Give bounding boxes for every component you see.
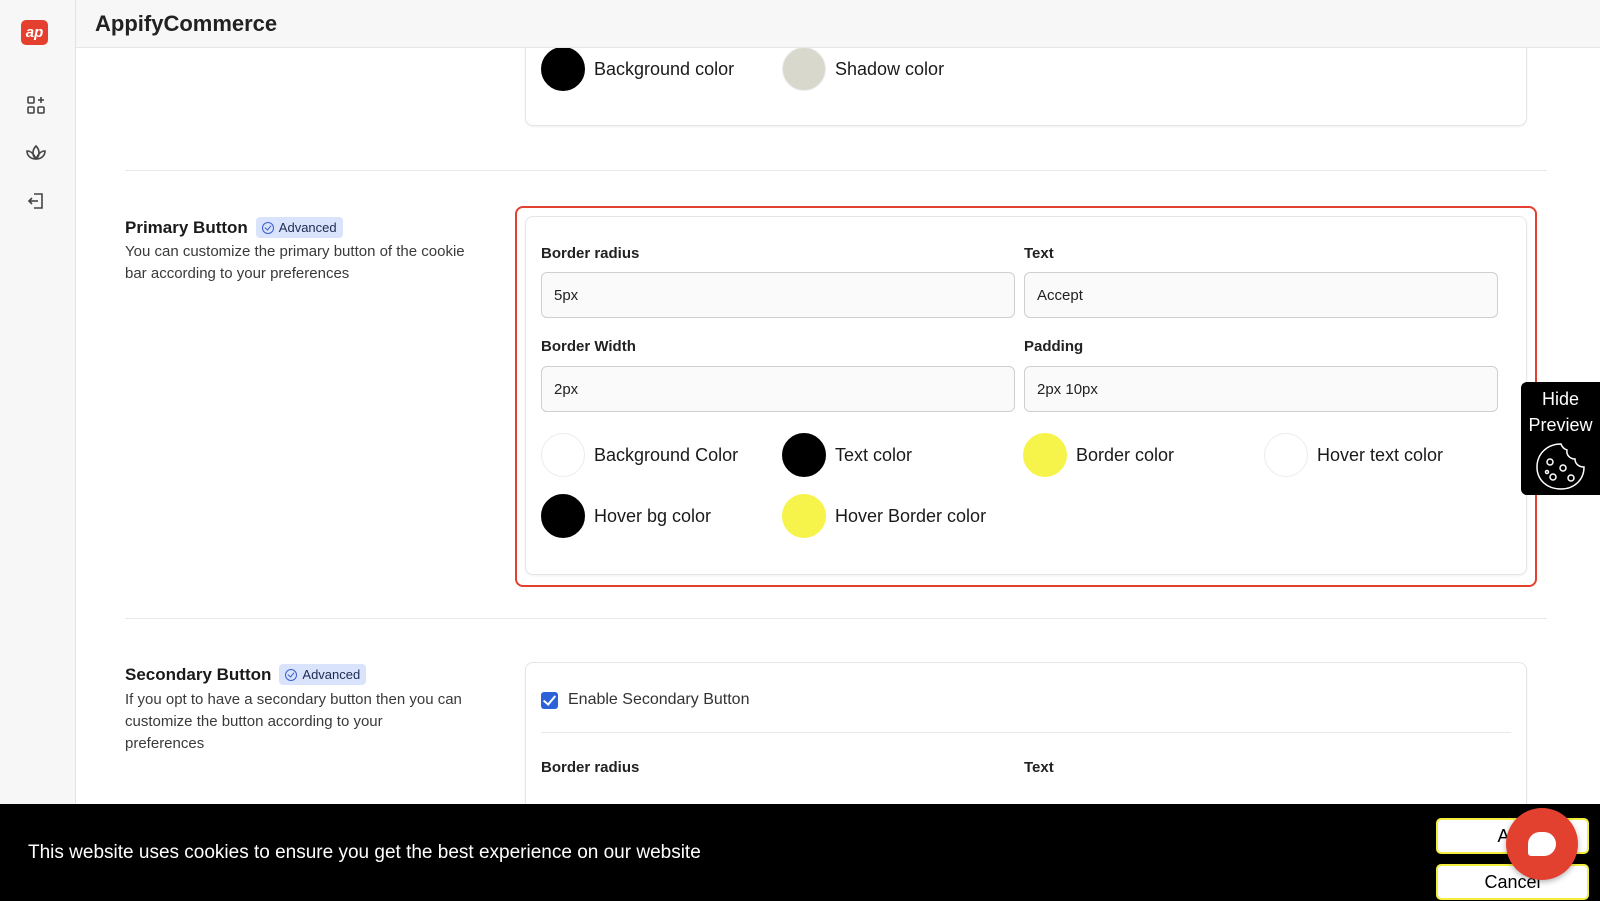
hide-preview-button[interactable]: Hide Preview (1521, 382, 1600, 495)
hover-border-color-picker[interactable]: Hover Border color (782, 494, 986, 538)
enable-secondary-label[interactable]: Enable Secondary Button (568, 691, 749, 709)
text-label: Text (1024, 759, 1054, 776)
top-header: AppifyCommerce (76, 0, 1600, 48)
section-divider (125, 618, 1547, 619)
hover-border-color-swatch[interactable] (782, 494, 826, 538)
color-label: Background Color (594, 444, 739, 465)
hover-text-color-swatch[interactable] (1264, 433, 1308, 477)
border-width-input[interactable] (541, 366, 1015, 412)
background-color-swatch[interactable] (541, 433, 585, 477)
border-radius-input[interactable] (541, 272, 1015, 318)
text-input[interactable] (1024, 272, 1498, 318)
border-radius-label: Border radius (541, 245, 640, 262)
sidebar: ap (0, 0, 76, 901)
hover-text-color-picker[interactable]: Hover text color (1264, 433, 1443, 477)
app-logo[interactable]: ap (21, 20, 48, 45)
background-color-picker[interactable]: Background color (541, 48, 734, 91)
text-color-swatch[interactable] (782, 433, 826, 477)
text-label: Text (1024, 245, 1054, 262)
advanced-badge: Advanced (255, 217, 343, 238)
hide-preview-label: Preview (1528, 415, 1593, 435)
chat-widget-button[interactable] (1506, 808, 1578, 880)
section-description: You can customize the primary button of … (125, 243, 465, 282)
badge-label: Advanced (278, 220, 337, 235)
color-label: Hover Border color (835, 505, 987, 526)
cookie-consent-bar: This website uses cookies to ensure you … (0, 804, 1600, 901)
hover-bg-color-swatch[interactable] (541, 494, 585, 538)
color-label: Text color (835, 444, 913, 465)
apps-add-icon[interactable] (24, 93, 48, 117)
border-radius-label: Border radius (541, 759, 640, 776)
padding-label: Padding (1024, 338, 1084, 355)
logout-icon[interactable] (24, 189, 48, 213)
check-circle-icon (261, 221, 274, 234)
section-title: Secondary Button (125, 664, 272, 684)
background-color-swatch[interactable] (541, 48, 585, 91)
padding-input[interactable] (1024, 366, 1498, 412)
secondary-button-card (525, 662, 1527, 804)
secondary-button-heading: Secondary Button Advanced (125, 664, 367, 685)
section-title: Primary Button (125, 217, 248, 237)
cookie-icon (1536, 443, 1585, 490)
settings-content: Background color Shadow color Primary Bu… (76, 48, 1600, 804)
color-label: Background color (594, 58, 735, 79)
border-width-label: Border Width (541, 338, 636, 355)
border-color-picker[interactable]: Border color (1023, 433, 1174, 477)
primary-button-heading: Primary Button Advanced (125, 217, 343, 238)
color-label: Hover text color (1317, 444, 1444, 465)
hide-preview-label: Hide (1541, 389, 1580, 409)
shadow-color-swatch[interactable] (782, 48, 826, 91)
cookie-message: This website uses cookies to ensure you … (28, 842, 701, 863)
section-description: If you opt to have a secondary button th… (125, 691, 462, 752)
lotus-icon[interactable] (24, 141, 48, 165)
enable-secondary-checkbox[interactable] (541, 692, 558, 709)
section-divider (125, 170, 1547, 171)
check-circle-icon (285, 668, 298, 681)
advanced-badge: Advanced (279, 664, 367, 685)
color-label: Hover bg color (594, 505, 712, 526)
badge-label: Advanced (302, 667, 361, 682)
hover-bg-color-picker[interactable]: Hover bg color (541, 494, 711, 538)
app-title: AppifyCommerce (95, 11, 278, 36)
card-divider (541, 732, 1511, 733)
color-label: Shadow color (835, 58, 945, 79)
chat-icon (1528, 832, 1556, 856)
text-color-picker[interactable]: Text color (782, 433, 912, 477)
shadow-color-picker[interactable]: Shadow color (782, 48, 944, 91)
color-label: Border color (1076, 444, 1175, 465)
background-color-picker[interactable]: Background Color (541, 433, 738, 477)
border-color-swatch[interactable] (1023, 433, 1067, 477)
